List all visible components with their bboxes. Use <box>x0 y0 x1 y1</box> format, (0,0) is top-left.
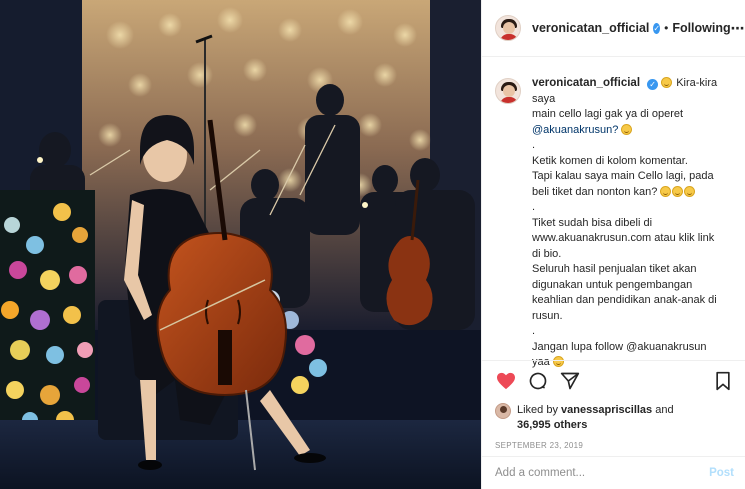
smile-emoji-icon <box>684 185 696 197</box>
caption-line: www.akuanakrusun.com atau klik link <box>532 232 715 244</box>
following-button[interactable]: Following <box>672 21 730 35</box>
caption-line: . <box>532 325 536 337</box>
mention-link[interactable]: @akuanakrusun? <box>532 124 618 136</box>
likes-summary: Liked by vanessapriscillas and 36,995 ot… <box>495 403 734 433</box>
verified-badge-icon: ✓ <box>647 79 659 90</box>
caption-line: keahlian dan pendidikan anak-anak di <box>532 294 717 306</box>
comment-input[interactable]: Add a comment... <box>495 467 585 479</box>
caption-line: Ketik komen di kolom komentar. <box>532 154 688 167</box>
smile-emoji-icon <box>672 185 684 197</box>
more-options-icon[interactable]: ⋯ <box>731 20 745 37</box>
header-separator: • <box>664 21 669 35</box>
likes-text: Liked by vanessapriscillas and 36,995 ot… <box>517 404 674 431</box>
caption-line: digunakan untuk pengembangan <box>532 278 693 291</box>
post-photo[interactable] <box>0 0 481 489</box>
smile-emoji-icon <box>621 123 633 135</box>
caption-line: rusun. <box>532 309 563 322</box>
post-date[interactable]: SEPTEMBER 23, 2019 <box>495 441 734 450</box>
caption-line: Tapi kalau saya main Cello lagi, pada <box>532 170 714 182</box>
thinking-emoji-icon <box>661 77 673 88</box>
caption-line: . <box>532 201 536 213</box>
caption-line: beli tiket dan nonton kan? <box>532 185 732 201</box>
caption-text: veronicatan_official ✓ Kira-kira saya ma… <box>532 76 732 368</box>
caption-line: Jangan lupa follow @akuanakrusun <box>532 340 707 353</box>
caption-line: Tiket sudah bisa dibeli di <box>532 216 653 229</box>
likes-count[interactable]: 36,995 others <box>517 419 587 431</box>
caption-line: Seluruh hasil penjualan tiket akan <box>532 263 697 275</box>
caption-username[interactable]: veronicatan_official <box>532 77 640 89</box>
author-avatar[interactable] <box>495 15 521 41</box>
caption-line: . <box>532 139 536 151</box>
post-comment-button[interactable]: Post <box>709 467 734 479</box>
action-icons <box>495 369 734 393</box>
smile-emoji-icon <box>660 185 672 197</box>
heart-icon[interactable] <box>495 370 517 392</box>
caption-line: veronicatan_official ✓ Kira-kira saya <box>532 77 718 105</box>
liker-username[interactable]: vanessapriscillas <box>561 404 652 416</box>
comment-bar: Add a comment... Post <box>482 456 745 489</box>
liker-avatar[interactable] <box>495 403 511 419</box>
post-actions: Liked by vanessapriscillas and 36,995 ot… <box>482 360 745 450</box>
caption-line: main cello lagi gak ya di operet <box>532 108 684 120</box>
caption-author-avatar[interactable] <box>495 78 521 104</box>
caption-line: di bio. <box>532 247 562 260</box>
photo-illustration <box>0 0 481 489</box>
caption-line: @akuanakrusun? <box>532 123 732 139</box>
post-side-panel: veronicatan_official ✓ • Following ⋯ ver… <box>481 0 745 489</box>
share-icon[interactable] <box>559 370 581 392</box>
verified-badge-icon: ✓ <box>653 22 661 34</box>
comment-icon[interactable] <box>527 370 549 392</box>
post-caption: veronicatan_official ✓ Kira-kira saya ma… <box>482 58 745 368</box>
bookmark-icon[interactable] <box>712 370 734 392</box>
post-header: veronicatan_official ✓ • Following ⋯ <box>482 0 745 57</box>
author-username[interactable]: veronicatan_official <box>532 21 649 35</box>
